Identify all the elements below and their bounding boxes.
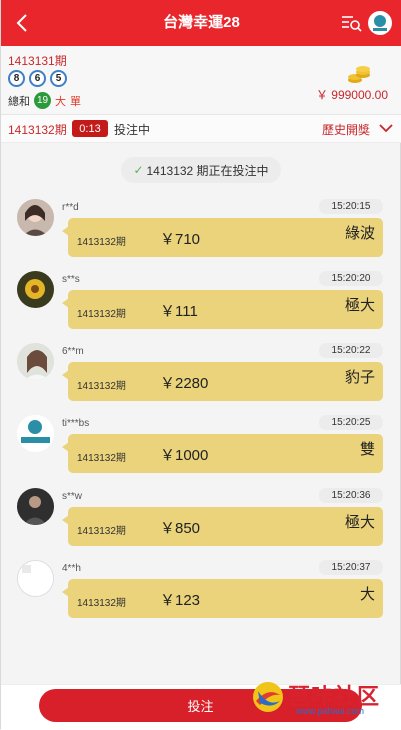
bet-period: 1413132期 [77, 381, 126, 392]
timestamp: 15:20:15 [319, 199, 383, 214]
top-header: 台灣幸運28 [1, 0, 401, 46]
bet-period: 1413132期 [77, 598, 126, 609]
watermark-url: www.pahaui.com [296, 706, 365, 716]
avatar[interactable] [17, 271, 54, 308]
size-tag: 大 [55, 95, 66, 108]
bet-type: 綠波 [344, 225, 375, 242]
chevron-down-icon[interactable] [379, 121, 393, 135]
list-item: 6**m 15:20:22 1413132期 ￥2280 豹子 [1, 343, 401, 405]
coins-icon [346, 60, 372, 86]
list-item: r**d 15:20:15 1413132期 ￥710 綠波 [1, 199, 401, 261]
bet-type: 極大 [344, 297, 375, 314]
result-summary: 總和 19 大 單 [8, 92, 81, 109]
bet-amount: ￥2280 [160, 375, 209, 392]
watermark-logo-icon [250, 679, 286, 715]
countdown-badge: 0:13 [72, 120, 108, 137]
username: ti***bs [62, 418, 90, 429]
betting-state: 投注中 [114, 123, 151, 137]
sum-label: 總和 [8, 95, 30, 108]
bet-bubble: 1413132期 ￥111 極大 [62, 290, 383, 329]
avatar[interactable] [17, 199, 54, 236]
bet-bubble: 1413132期 ￥2280 豹子 [62, 362, 383, 401]
watermark: 琶咔社区 www.pahaui.com [248, 679, 398, 723]
parity-tag: 單 [70, 95, 81, 108]
search-list-icon[interactable] [340, 12, 362, 34]
username: 6**m [62, 346, 84, 357]
status-bar: 1413132期 0:13 投注中 歷史開獎 [1, 115, 401, 143]
list-item: 4**h 15:20:37 1413132期 ￥123 大 [1, 560, 401, 622]
timestamp: 15:20:20 [319, 271, 383, 286]
timestamp: 15:20:37 [319, 560, 383, 575]
bet-type: 豹子 [344, 369, 375, 386]
list-item: ti***bs 15:20:25 1413132期 ￥1000 雙 [1, 415, 401, 477]
result-ball: 8 [8, 70, 25, 87]
bet-bubble: 1413132期 ￥850 極大 [62, 507, 383, 546]
result-ball: 5 [50, 70, 67, 87]
bet-type: 雙 [359, 441, 375, 458]
bet-bubble: 1413132期 ￥710 綠波 [62, 218, 383, 257]
result-balls: 8 6 5 [8, 70, 67, 87]
balance: ￥ 999000.00 [315, 88, 388, 102]
avatar[interactable] [17, 488, 54, 525]
check-icon: ✓ [133, 163, 144, 177]
brand-logo-icon[interactable] [368, 11, 392, 35]
sum-value: 19 [34, 92, 51, 109]
username: r**d [62, 202, 79, 213]
username: s**w [62, 491, 83, 502]
username: 4**h [62, 563, 81, 574]
bet-period: 1413132期 [77, 453, 126, 464]
last-period: 1413131期 [8, 54, 67, 68]
history-link[interactable]: 歷史開獎 [322, 121, 370, 138]
list-item: s**w 15:20:36 1413132期 ￥850 極大 [1, 488, 401, 550]
bet-type: 大 [359, 586, 375, 603]
bet-type: 極大 [344, 514, 375, 531]
list-item: s**s 15:20:20 1413132期 ￥111 極大 [1, 271, 401, 333]
bet-amount: ￥123 [160, 592, 201, 609]
notice-text: 1413132 期正在投注中 [146, 163, 269, 178]
avatar[interactable] [17, 343, 54, 380]
bet-amount: ￥1000 [160, 447, 209, 464]
app-frame: 台灣幸運28 1413131期 8 6 5 總和 19 大 單 ￥ 999000… [0, 0, 401, 730]
bet-amount: ￥111 [160, 303, 198, 320]
result-ball: 6 [29, 70, 46, 87]
bet-amount: ￥850 [160, 520, 201, 537]
bottom-bar: 投注 琶咔社区 www.pahaui.com [1, 682, 401, 730]
bet-period: 1413132期 [77, 526, 126, 537]
avatar[interactable] [17, 415, 54, 452]
bet-period: 1413132期 [77, 237, 126, 248]
timestamp: 15:20:25 [319, 415, 383, 430]
last-result-panel: 1413131期 8 6 5 總和 19 大 單 ￥ 999000.00 [1, 46, 401, 115]
username: s**s [62, 274, 80, 285]
bet-period: 1413132期 [77, 309, 126, 320]
betting-notice: ✓ 1413132 期正在投注中 [121, 157, 281, 183]
bet-bubble: 1413132期 ￥123 大 [62, 579, 383, 618]
bet-amount: ￥710 [160, 231, 201, 248]
current-period: 1413132期 [8, 123, 67, 137]
avatar[interactable] [17, 560, 54, 597]
timestamp: 15:20:36 [319, 488, 383, 503]
timestamp: 15:20:22 [319, 343, 383, 358]
bet-bubble: 1413132期 ￥1000 雙 [62, 434, 383, 473]
